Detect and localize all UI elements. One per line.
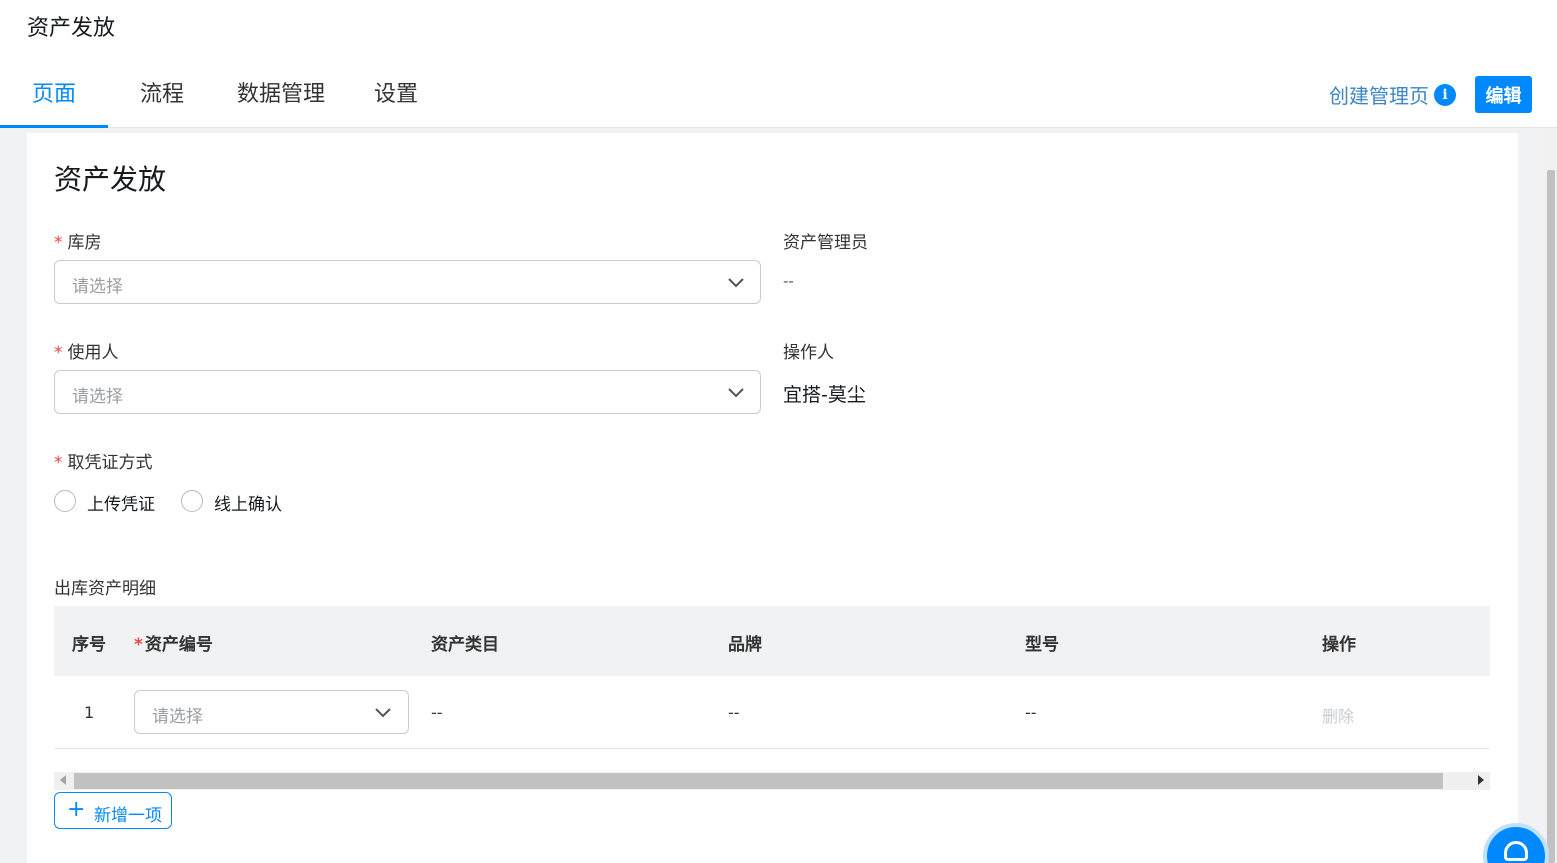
voucher-method-label: * 取凭证方式	[54, 448, 153, 473]
operator-label: 操作人	[783, 343, 834, 363]
asset-no-placeholder: 请选择	[152, 707, 203, 727]
top-bar: 资产发放 页面 流程 数据管理 设置 创建管理页 i 编辑	[0, 0, 1557, 128]
add-item-button[interactable]: + 新增一项	[54, 792, 172, 829]
row-model: --	[1025, 703, 1037, 722]
user-label: * 使用人	[54, 338, 119, 363]
create-admin-page-link[interactable]: 创建管理页	[1329, 80, 1429, 109]
warehouse-placeholder: 请选择	[72, 277, 123, 297]
headset-icon	[1504, 841, 1528, 861]
required-mark: *	[54, 233, 63, 253]
vertical-scrollbar-thumb[interactable]	[1547, 170, 1555, 863]
row-brand: --	[728, 703, 740, 722]
radio-online-confirm-label[interactable]: 线上确认	[214, 490, 282, 515]
tab-bar: 页面 流程 数据管理 设置	[0, 68, 446, 128]
required-mark: *	[134, 635, 143, 655]
tab-page[interactable]: 页面	[0, 68, 108, 128]
warehouse-label-text: 库房	[67, 233, 102, 253]
horizontal-scrollbar[interactable]	[54, 772, 1490, 790]
user-label-text: 使用人	[67, 343, 119, 363]
chevron-down-icon	[728, 278, 744, 288]
asset-admin-value: --	[783, 272, 794, 290]
table-row: 1 请选择 -- -- -- 删除	[54, 676, 1490, 749]
tab-data-management[interactable]: 数据管理	[216, 68, 346, 128]
column-header-asset-no: * 资产编号	[134, 630, 213, 655]
chevron-down-icon	[375, 708, 391, 718]
radio-online-confirm[interactable]	[181, 490, 203, 512]
user-select[interactable]: 请选择	[54, 370, 761, 414]
radio-upload-voucher[interactable]	[54, 490, 76, 512]
page-title: 资产发放	[54, 163, 167, 196]
vertical-scrollbar[interactable]	[1545, 128, 1557, 863]
column-header-category: 资产类目	[431, 635, 499, 655]
column-header-model: 型号	[1025, 635, 1059, 655]
table-header: 序号 * 资产编号 资产类目 品牌 型号 操作	[54, 606, 1490, 676]
row-index: 1	[84, 703, 95, 722]
voucher-method-label-text: 取凭证方式	[67, 453, 153, 473]
edit-button[interactable]: 编辑	[1475, 76, 1532, 113]
warehouse-label: * 库房	[54, 228, 102, 253]
warehouse-select[interactable]: 请选择	[54, 260, 761, 304]
scroll-left-icon[interactable]	[60, 775, 66, 785]
plus-icon: +	[67, 797, 86, 822]
app-title: 资产发放	[27, 16, 116, 41]
delete-row-button[interactable]: 删除	[1322, 703, 1354, 727]
row-category: --	[431, 703, 443, 722]
chevron-down-icon	[728, 388, 744, 398]
form-card: 资产发放 * 库房 请选择 资产管理员 -- * 使用人 请选择 操作人 宜搭-莫尘…	[27, 133, 1518, 863]
info-icon[interactable]: i	[1434, 84, 1456, 106]
asset-details-title: 出库资产明细	[54, 579, 156, 599]
operator-value: 宜搭-莫尘	[783, 384, 866, 406]
asset-admin-label: 资产管理员	[783, 233, 868, 253]
required-mark: *	[54, 453, 63, 473]
user-placeholder: 请选择	[72, 387, 123, 407]
column-header-asset-no-text: 资产编号	[144, 635, 213, 655]
required-mark: *	[54, 343, 63, 363]
tab-settings[interactable]: 设置	[346, 68, 446, 128]
scroll-right-icon[interactable]	[1478, 775, 1484, 785]
column-header-index: 序号	[72, 635, 106, 655]
add-item-label: 新增一项	[94, 806, 162, 826]
column-header-brand: 品牌	[728, 635, 762, 655]
column-header-action: 操作	[1322, 635, 1356, 655]
tab-process[interactable]: 流程	[108, 68, 216, 128]
scrollbar-thumb[interactable]	[74, 773, 1443, 789]
radio-upload-voucher-label[interactable]: 上传凭证	[87, 490, 155, 515]
asset-no-select[interactable]: 请选择	[134, 690, 409, 734]
